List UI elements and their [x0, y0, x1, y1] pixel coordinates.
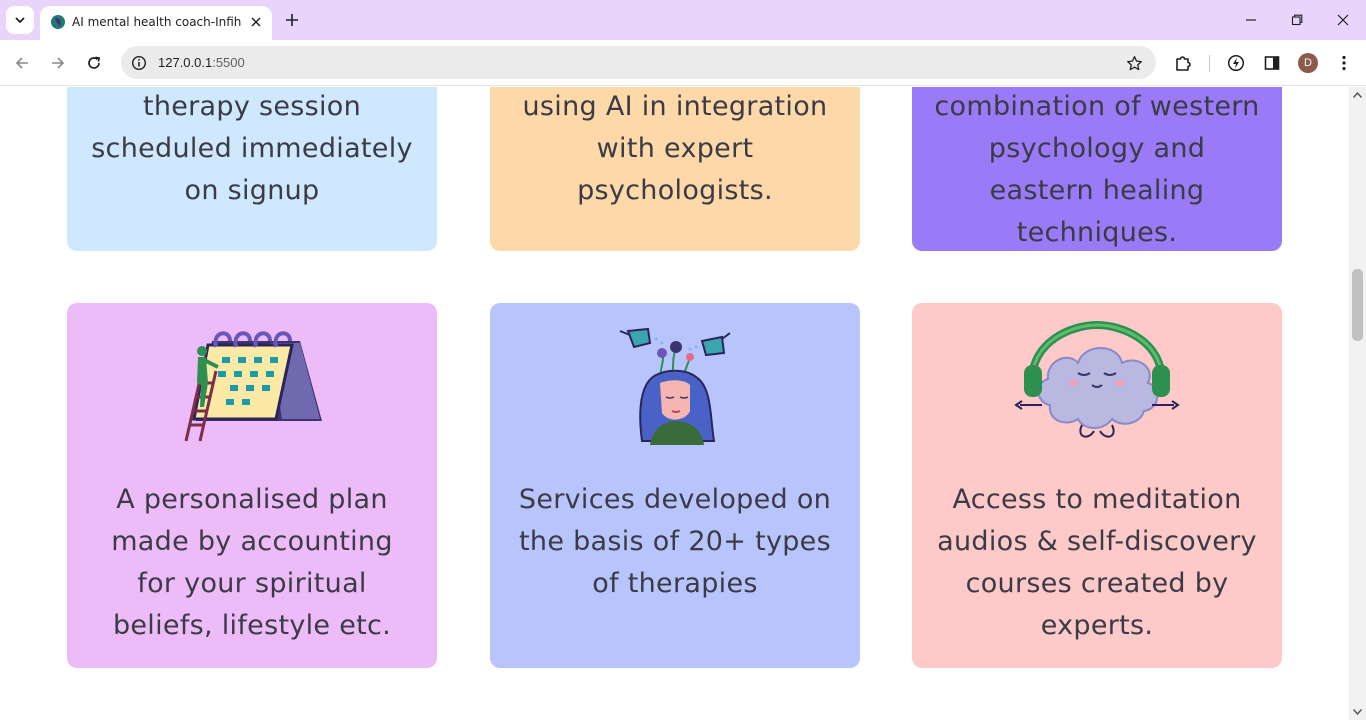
card-line: courses created by — [965, 568, 1229, 599]
card-line: A personalised plan — [116, 484, 388, 515]
card-line: techniques. — [1016, 217, 1178, 248]
back-button[interactable] — [10, 51, 34, 75]
bookmark-button[interactable] — [1124, 53, 1144, 73]
card-line: Access to meditation — [952, 484, 1242, 515]
calendar-illustration-icon — [67, 321, 437, 446]
browser-menu-button[interactable] — [1332, 51, 1356, 75]
card-line: experts. — [1040, 610, 1154, 641]
tab-close-button[interactable] — [247, 13, 265, 31]
tab-search-button[interactable] — [6, 6, 34, 34]
more-vertical-icon — [1342, 55, 1346, 71]
new-tab-button[interactable] — [281, 9, 303, 31]
feature-card-text: Services developed on the basis of 20+ t… — [510, 479, 840, 605]
card-line: for your spiritual — [137, 568, 367, 599]
page-scrollbar[interactable] — [1349, 87, 1366, 720]
feature-card-western-eastern: combination of western psychology and ea… — [912, 87, 1282, 251]
feature-card-personalised-plan: A personalised plan made by accounting f… — [67, 303, 437, 668]
card-line: psychologists. — [577, 175, 773, 206]
info-icon — [131, 55, 147, 71]
card-line: audios & self-discovery — [937, 526, 1257, 557]
card-line: of therapies — [592, 568, 758, 599]
card-line: psychology and — [988, 133, 1206, 164]
url-port: :5500 — [212, 55, 245, 70]
card-line: therapy session — [142, 91, 362, 122]
site-info-button[interactable] — [129, 53, 149, 73]
arrow-left-icon — [15, 57, 28, 69]
meditating-cloud-illustration-icon — [912, 321, 1282, 446]
feature-card-therapy-session: therapy session scheduled immediately on… — [67, 87, 437, 251]
address-bar[interactable]: 127.0.0.1:5500 — [121, 46, 1156, 79]
feature-card-text: combination of western psychology and ea… — [932, 87, 1262, 254]
card-line: on signup — [184, 175, 320, 206]
star-icon — [1126, 55, 1142, 70]
lightning-icon — [1227, 54, 1245, 72]
feature-card-text: A personalised plan made by accounting f… — [87, 479, 417, 647]
feature-card-ai-integration: using AI in integration with expert psyc… — [490, 87, 860, 251]
feature-card-meditation: Access to meditation audios & self-disco… — [912, 303, 1282, 668]
scroll-down-arrow-icon[interactable] — [1353, 709, 1362, 715]
reload-button[interactable] — [82, 51, 106, 75]
page-viewport: therapy session scheduled immediately on… — [0, 87, 1349, 720]
minimize-button[interactable] — [1228, 0, 1274, 40]
restore-icon — [1291, 14, 1303, 26]
extensions-button[interactable] — [1171, 51, 1195, 75]
card-line: scheduled immediately — [91, 133, 413, 164]
card-line: the basis of 20+ types — [519, 526, 831, 557]
card-line: made by accounting — [111, 526, 393, 557]
profile-avatar[interactable]: D — [1298, 53, 1318, 73]
side-panel-icon — [1264, 56, 1280, 70]
card-line: eastern healing — [989, 175, 1205, 206]
feature-card-therapy-types: Services developed on the basis of 20+ t… — [490, 303, 860, 668]
card-line: with expert — [596, 133, 754, 164]
browser-tab-active[interactable]: AI mental health coach-Infiheal — [40, 6, 272, 40]
scroll-up-arrow-icon[interactable] — [1353, 92, 1362, 98]
chevron-down-icon — [15, 17, 25, 24]
favicon-icon — [51, 15, 65, 29]
tab-strip: AI mental health coach-Infiheal — [0, 0, 1366, 40]
performance-button[interactable] — [1224, 51, 1248, 75]
card-line: using AI in integration — [522, 91, 828, 122]
card-line: combination of western — [934, 91, 1260, 122]
close-icon — [251, 17, 261, 27]
growing-mind-illustration-icon — [490, 321, 860, 446]
toolbar-divider — [1209, 55, 1210, 72]
restore-button[interactable] — [1274, 0, 1320, 40]
feature-card-text: Access to meditation audios & self-disco… — [932, 479, 1262, 647]
plus-icon — [286, 14, 298, 26]
side-panel-button[interactable] — [1260, 51, 1284, 75]
url-host: 127.0.0.1 — [158, 55, 213, 70]
forward-button[interactable] — [46, 51, 70, 75]
url-text: 127.0.0.1:5500 — [158, 54, 245, 71]
minimize-icon — [1246, 19, 1256, 21]
arrow-right-icon — [52, 57, 65, 69]
card-line: Services developed on — [518, 484, 832, 515]
card-line: beliefs, lifestyle etc. — [112, 610, 392, 641]
feature-card-text: therapy session scheduled immediately on… — [87, 87, 417, 212]
reload-icon — [88, 56, 100, 69]
tab-title: AI mental health coach-Infiheal — [72, 15, 242, 29]
close-icon — [1337, 14, 1349, 26]
browser-toolbar: 127.0.0.1:5500 D — [0, 40, 1366, 86]
feature-card-text: using AI in integration with expert psyc… — [510, 87, 840, 212]
close-window-button[interactable] — [1320, 0, 1366, 40]
puzzle-icon — [1176, 56, 1191, 71]
scrollbar-thumb[interactable] — [1352, 269, 1363, 341]
